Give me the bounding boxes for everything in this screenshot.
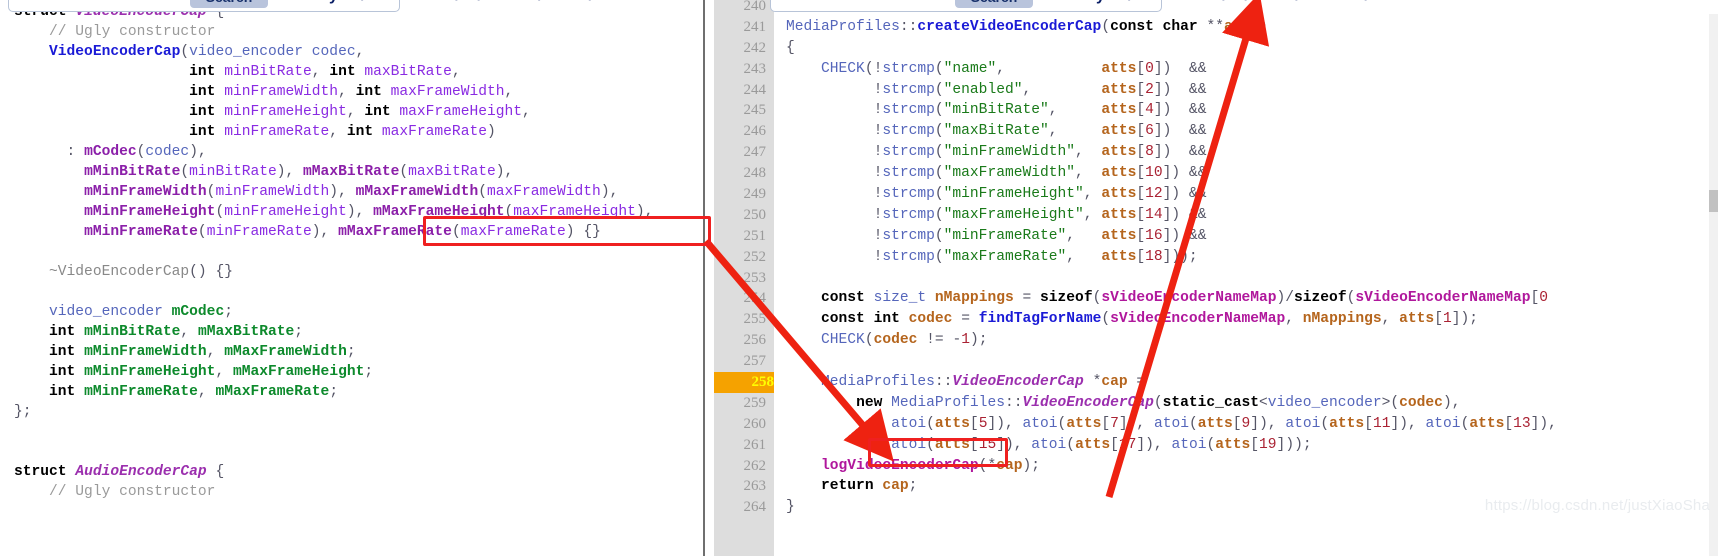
line-number[interactable]: 261 [714, 435, 767, 456]
search-button-right[interactable]: Search [955, 0, 1033, 8]
code-line: struct AudioEncoderCap { [14, 464, 225, 480]
vertical-scrollbar[interactable] [1709, 14, 1718, 556]
code-line: !strcmp("minFrameWidth", atts[8]) && [873, 144, 1207, 161]
code-line: !strcmp("minFrameHeight", atts[12]) && [873, 186, 1207, 203]
line-number[interactable]: 241 [714, 17, 767, 38]
code-line: }; [14, 404, 32, 420]
line-number[interactable]: 263 [714, 476, 767, 497]
code-line: // Ugly constructor [14, 24, 216, 40]
line-number[interactable]: 259 [714, 393, 767, 414]
path-label-right: only in /frameworks/av/media/libmedia/ [1072, 0, 1369, 7]
code-line: int minFrameWidth, int maxFrameWidth, [189, 84, 514, 100]
code-line: const size_t nMappings = sizeof(sVideoEn… [821, 290, 1549, 307]
code-line: atoi(atts[15]), atoi(atts[17]), atoi(att… [891, 436, 1312, 453]
path-label-left: only in /frameworks/av/include/media/ [305, 0, 593, 7]
line-number[interactable]: 262 [714, 456, 767, 477]
left-code-panel[interactable]: struct VideoEncoderCap { // Ugly constru… [0, 0, 706, 556]
code-line: !strcmp("minFrameRate", atts[16]) && [873, 227, 1207, 244]
code-line: mMinBitRate(minBitRate), mMaxBitRate(max… [84, 164, 514, 180]
code-line: int minBitRate, int maxBitRate, [189, 64, 461, 80]
code-line: !strcmp("minBitRate", atts[4]) && [873, 102, 1207, 119]
line-number[interactable]: 249 [714, 184, 767, 205]
line-number[interactable]: 264 [714, 497, 767, 518]
line-number[interactable]: 246 [714, 121, 767, 142]
line-number[interactable]: 252 [714, 247, 767, 268]
line-number[interactable]: 255 [714, 309, 767, 330]
code-line: const int codec = findTagForName(sVideoE… [821, 311, 1479, 328]
line-number[interactable]: 257 [714, 351, 767, 372]
screenshot-root: Search — only in /frameworks/av/include/… [0, 0, 1718, 556]
code-line: CHECK(codec != -1); [821, 332, 988, 349]
code-line: int mMinFrameHeight, mMaxFrameHeight; [49, 364, 374, 380]
code-line: CHECK(!strcmp("name", atts[0]) && [821, 60, 1207, 77]
code-line: logVideoEncoderCap(*cap); [821, 457, 1041, 474]
code-line: video_encoder mCodec; [49, 304, 233, 320]
code-line: mMinFrameRate(minFrameRate), mMaxFrameRa… [84, 224, 601, 240]
top-toolbar-strip: Search — only in /frameworks/av/include/… [0, 0, 1718, 14]
code-line: !strcmp("enabled", atts[2]) && [873, 81, 1207, 98]
line-number[interactable]: 247 [714, 142, 767, 163]
code-line: !strcmp("maxBitRate", atts[6]) && [873, 123, 1207, 140]
line-number[interactable]: 256 [714, 330, 767, 351]
code-line: VideoEncoderCap(video_encoder codec, [49, 44, 365, 60]
code-line: new MediaProfiles::VideoEncoderCap(stati… [856, 394, 1461, 411]
left-code-text: struct VideoEncoderCap { // Ugly constru… [14, 2, 653, 502]
code-line: // Ugly constructor [14, 484, 216, 500]
code-line: mMinFrameHeight(minFrameHeight), mMaxFra… [84, 204, 654, 220]
code-line: { [786, 39, 795, 56]
code-line: MediaProfiles::createVideoEncoderCap(con… [786, 18, 1268, 35]
line-number[interactable]: 250 [714, 205, 767, 226]
code-line: ~VideoEncoderCap() {} [49, 264, 233, 280]
line-number[interactable]: 258 [714, 372, 774, 393]
code-line: int minFrameHeight, int maxFrameHeight, [189, 104, 531, 120]
code-line: } [786, 499, 795, 516]
code-line: : mCodec(codec), [66, 144, 207, 160]
code-line: int mMinFrameRate, mMaxFrameRate; [49, 384, 339, 400]
separator-dash-left: — [280, 0, 295, 8]
line-number[interactable]: 244 [714, 80, 767, 101]
line-number[interactable]: 251 [714, 226, 767, 247]
line-number[interactable]: 242 [714, 38, 767, 59]
code-line: int minFrameRate, int maxFrameRate) [189, 124, 496, 140]
code-line: mMinFrameWidth(minFrameWidth), mMaxFrame… [84, 184, 619, 200]
code-line: int mMinBitRate, mMaxBitRate; [49, 324, 304, 340]
code-line: !strcmp("maxFrameRate", atts[18])); [873, 248, 1198, 265]
code-line: atoi(atts[5]), atoi(atts[7]), atoi(atts[… [891, 415, 1557, 432]
code-line: !strcmp("maxFrameWidth", atts[10]) && [873, 165, 1207, 182]
code-line: return cap; [821, 478, 918, 495]
watermark-text: https://blog.csdn.net/justXiaoSha [1484, 497, 1710, 514]
line-number[interactable]: 260 [714, 414, 767, 435]
panel-divider [703, 0, 705, 556]
separator-dash-right: — [1046, 0, 1061, 8]
search-button-left[interactable]: Search [190, 0, 268, 8]
code-line: int mMinFrameWidth, mMaxFrameWidth; [49, 344, 356, 360]
line-number[interactable]: 254 [714, 288, 767, 309]
line-number[interactable]: 248 [714, 163, 767, 184]
line-number[interactable]: 243 [714, 59, 767, 80]
code-line: MediaProfiles::VideoEncoderCap *cap = [821, 374, 1146, 391]
line-number[interactable]: 253 [714, 268, 767, 289]
code-line: !strcmp("maxFrameHeight", atts[14]) && [873, 206, 1207, 223]
line-number[interactable]: 245 [714, 100, 767, 121]
scrollbar-thumb[interactable] [1709, 190, 1718, 212]
right-code-panel[interactable]: 240/*static*/ MediaProfiles::VideoEncode… [706, 0, 1718, 556]
